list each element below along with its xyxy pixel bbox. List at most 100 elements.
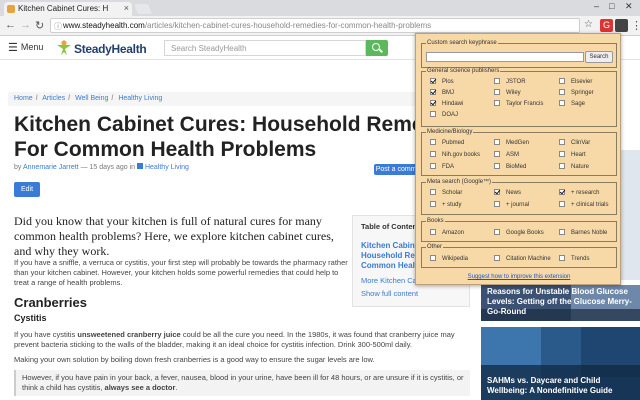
general-legend: General science publishers	[426, 68, 501, 74]
author-link[interactable]: Annemarie Jarrett	[23, 164, 79, 171]
checkbox-option[interactable]: + clinical trials	[559, 201, 609, 209]
checkbox-option[interactable]: Scholar	[430, 189, 462, 197]
checkbox-option[interactable]: BMJ	[430, 89, 454, 97]
checkbox[interactable]	[494, 151, 500, 157]
checkbox[interactable]	[430, 100, 436, 106]
checkbox-option[interactable]: Google Books	[494, 229, 544, 237]
checkbox[interactable]	[430, 151, 436, 157]
reload-icon[interactable]: ↻	[35, 19, 44, 32]
suggest-improvement-link[interactable]: Suggest how to improve this extension	[416, 274, 622, 280]
checkbox[interactable]	[559, 163, 565, 169]
checkbox-option[interactable]: Springer	[559, 89, 594, 97]
sidebar-card-glucose[interactable]: Reasons for Unstable Blood Glucose Level…	[481, 285, 640, 321]
site-info-icon[interactable]: ⓘ	[54, 21, 62, 32]
checkbox-option[interactable]: MedGen	[494, 139, 529, 147]
tab-close-icon[interactable]: ×	[124, 3, 129, 13]
breadcrumb-home[interactable]: Home	[14, 95, 33, 102]
checkbox-label: Plos	[442, 79, 454, 85]
checkbox[interactable]	[559, 100, 565, 106]
site-search-button[interactable]	[366, 40, 388, 56]
menu-button[interactable]: ☰ Menu	[8, 41, 43, 54]
checkbox[interactable]	[559, 78, 565, 84]
article-lead: Did you know that your kitchen is full o…	[14, 214, 334, 258]
checkbox-option[interactable]: Nih.gov books	[430, 151, 480, 159]
checkbox-option[interactable]: Citation Machine	[494, 255, 551, 263]
site-favicon-icon	[7, 5, 15, 13]
checkbox[interactable]	[430, 255, 436, 261]
checkbox-label: Citation Machine	[506, 256, 551, 262]
checkbox-option[interactable]: BioMed	[494, 163, 526, 171]
checkbox-option[interactable]: FDA	[430, 163, 454, 171]
breadcrumb-healthy-living[interactable]: Healthy Living	[118, 95, 162, 102]
category-link[interactable]: Healthy Living	[145, 164, 189, 171]
browser-tab[interactable]: Kitchen Cabinet Cures: H ×	[4, 2, 132, 16]
checkbox[interactable]	[430, 78, 436, 84]
checkbox[interactable]	[494, 189, 500, 195]
checkbox[interactable]	[559, 139, 565, 145]
back-icon[interactable]: ←	[5, 19, 16, 31]
checkbox[interactable]	[559, 255, 565, 261]
checkbox[interactable]	[559, 89, 565, 95]
checkbox[interactable]	[494, 163, 500, 169]
edit-button[interactable]: Edit	[14, 182, 40, 197]
checkbox-option[interactable]: ASM	[494, 151, 519, 159]
checkbox-option[interactable]: News	[494, 189, 521, 197]
checkbox[interactable]	[430, 229, 436, 235]
checkbox[interactable]	[559, 229, 565, 235]
checkbox-option[interactable]: Hindawi	[430, 100, 463, 108]
checkbox-option[interactable]: + research	[559, 189, 600, 197]
checkbox-option[interactable]: Heart	[559, 151, 586, 159]
forward-icon[interactable]: →	[20, 19, 31, 31]
checkbox[interactable]	[559, 189, 565, 195]
checkbox-option[interactable]: Sage	[559, 100, 585, 108]
breadcrumb-articles[interactable]: Articles	[42, 95, 65, 102]
breadcrumb-well-being[interactable]: Well Being	[75, 95, 108, 102]
checkbox[interactable]	[494, 201, 500, 207]
checkbox[interactable]	[559, 201, 565, 207]
window-minimize-icon[interactable]: –	[594, 1, 599, 11]
checkbox[interactable]	[430, 139, 436, 145]
sidebar-card-daycare[interactable]: SAHMs vs. Daycare and Child Wellbeing: A…	[481, 327, 640, 400]
new-tab-button[interactable]	[134, 4, 152, 14]
checkbox[interactable]	[430, 189, 436, 195]
address-bar[interactable]: ⓘ www.steadyhealth.com/articles/kitchen-…	[50, 18, 580, 33]
keyphrase-input[interactable]	[426, 52, 584, 62]
checkbox-option[interactable]: ClinVar	[559, 139, 590, 147]
checkbox-option[interactable]: Wiley	[494, 89, 521, 97]
checkbox[interactable]	[430, 201, 436, 207]
checkbox-option[interactable]: Pubmed	[430, 139, 464, 147]
checkbox-option[interactable]: + study	[430, 201, 462, 209]
bookmark-star-icon[interactable]: ☆	[584, 19, 593, 30]
checkbox[interactable]	[430, 163, 436, 169]
window-maximize-icon[interactable]: □	[609, 1, 614, 11]
checkbox-option[interactable]: Barnes Noble	[559, 229, 607, 237]
checkbox-option[interactable]: Trends	[559, 255, 589, 263]
browser-menu-icon[interactable]: ⋮	[631, 19, 640, 32]
checkbox[interactable]	[494, 139, 500, 145]
toc-show-all-link[interactable]: Show full content	[361, 289, 461, 298]
site-search-input[interactable]: Search SteadyHealth	[164, 40, 366, 56]
checkbox[interactable]	[494, 89, 500, 95]
extension-icon[interactable]: G	[600, 19, 613, 32]
extension-2-icon[interactable]	[615, 19, 628, 32]
checkbox-option[interactable]: Nature	[559, 163, 589, 171]
checkbox-option[interactable]: Amazon	[430, 229, 464, 237]
checkbox[interactable]	[494, 78, 500, 84]
checkbox[interactable]	[494, 255, 500, 261]
checkbox-option[interactable]: Elsevier	[559, 78, 592, 86]
checkbox-option[interactable]: Taylor Francis	[494, 100, 543, 108]
checkbox[interactable]	[494, 229, 500, 235]
checkbox-option[interactable]: JSTOR	[494, 78, 526, 86]
checkbox-label: + journal	[506, 202, 530, 208]
checkbox[interactable]	[430, 111, 436, 117]
checkbox[interactable]	[559, 151, 565, 157]
checkbox-option[interactable]: DOAJ	[430, 111, 458, 119]
window-close-icon[interactable]: ✕	[625, 1, 633, 12]
checkbox[interactable]	[494, 100, 500, 106]
checkbox-option[interactable]: Wikipedia	[430, 255, 468, 263]
checkbox[interactable]	[430, 89, 436, 95]
checkbox-option[interactable]: + journal	[494, 201, 529, 209]
checkbox-option[interactable]: Plos	[430, 78, 454, 86]
popup-search-button[interactable]: Search	[585, 51, 613, 63]
article-intro: If you have a sniffle, a verruca or cyst…	[14, 258, 348, 287]
